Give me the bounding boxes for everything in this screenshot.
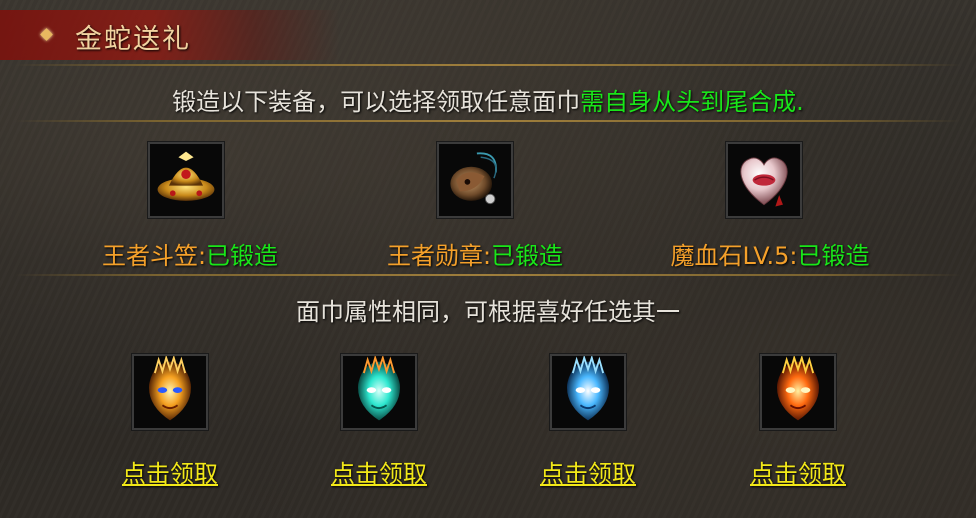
intro-highlight: 需自身从头到尾合成. [580,88,804,116]
ice-mask-icon[interactable] [550,354,626,430]
claim-button[interactable]: 点击领取 [299,454,459,489]
intro-text: 锻造以下装备，可以选择领取任意面巾 [172,88,581,116]
equip-status: 已锻造 [491,242,564,270]
divider-middle [15,274,961,276]
equip-name: 王者勋章: [386,242,492,270]
golden-hat-icon[interactable] [148,142,224,218]
equip-label-hat: 王者斗笠:已锻造 [40,236,340,271]
claim-button[interactable]: 点击领取 [508,454,668,489]
equip-name: 王者斗笠: [101,242,207,270]
claim-button[interactable]: 点击领取 [90,454,250,489]
equip-label-medal: 王者勋章:已锻造 [325,236,625,271]
divider-intro [15,120,961,122]
flame-mask-icon[interactable] [760,354,836,430]
medal-icon[interactable] [437,142,513,218]
fire-mask-icon[interactable] [132,354,208,430]
cyan-mask-icon[interactable] [341,354,417,430]
equip-status: 已锻造 [797,242,870,270]
divider-top [15,64,961,66]
panel-title: 金蛇送礼 [75,24,191,55]
mask-note: 面巾属性相同，可根据喜好任选其一 [296,298,680,326]
blood-stone-heart-icon[interactable] [726,142,802,218]
equip-label-bloodstone: 魔血石LV.5:已锻造 [620,236,920,271]
equip-name: 魔血石LV.5: [670,242,798,270]
intro-line: 锻造以下装备，可以选择领取任意面巾需自身从头到尾合成. [0,82,976,117]
golden-snake-gift-panel: 金蛇送礼 锻造以下装备，可以选择领取任意面巾需自身从头到尾合成. 王者斗笠:已锻… [0,0,976,518]
equip-status: 已锻造 [206,242,279,270]
claim-button[interactable]: 点击领取 [718,454,878,489]
